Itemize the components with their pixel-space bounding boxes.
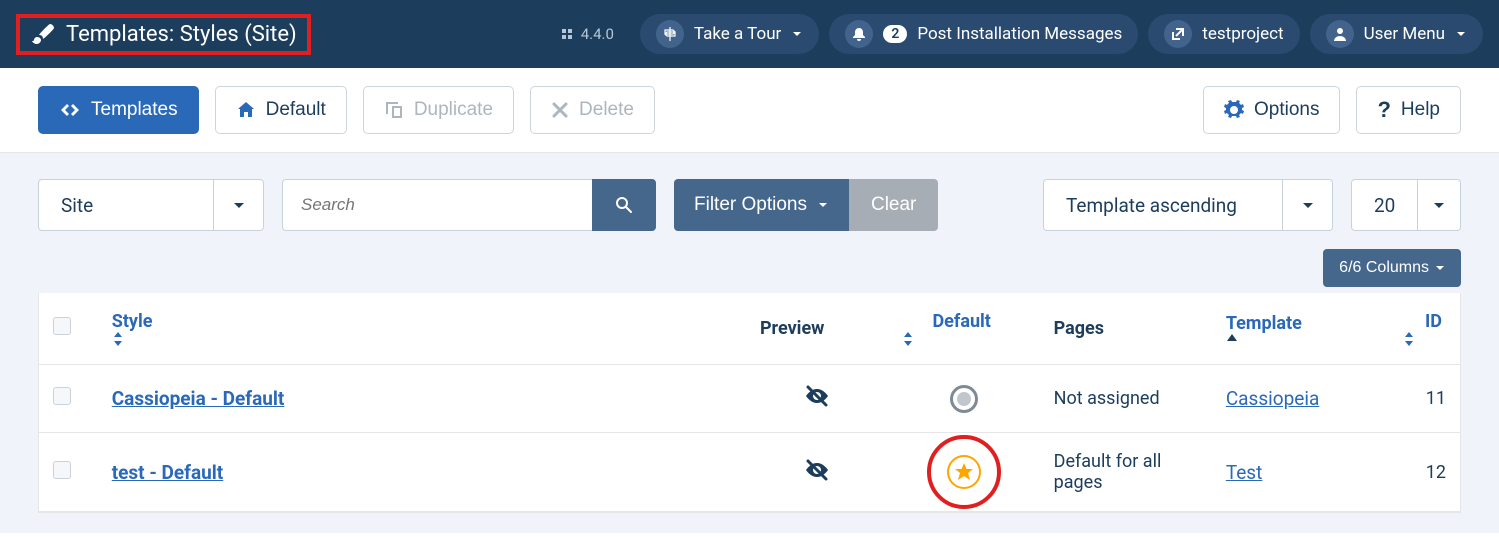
- chevron-down-icon: [1455, 28, 1467, 40]
- chevron-down-icon: [791, 28, 803, 40]
- style-link[interactable]: test - Default: [112, 461, 224, 484]
- copy-icon: [384, 100, 404, 120]
- site-name-label: testproject: [1202, 24, 1283, 44]
- header-preview: Preview: [746, 293, 888, 365]
- header-default-label: Default: [932, 311, 990, 332]
- table-row: test - Default Default for all pages Test 1…: [39, 433, 1460, 512]
- page-title: Templates: Styles (Site): [16, 14, 311, 55]
- header-default[interactable]: Default: [888, 293, 1040, 365]
- help-label: Help: [1401, 99, 1440, 121]
- gear-icon: [1224, 100, 1244, 120]
- set-default-button[interactable]: [950, 385, 978, 413]
- clear-button[interactable]: Clear: [849, 179, 938, 231]
- columns-button[interactable]: 6/6 Columns: [1323, 249, 1461, 287]
- header-template[interactable]: Template: [1212, 293, 1389, 365]
- options-label: Options: [1254, 99, 1319, 121]
- styles-table: Style Preview Default: [38, 293, 1461, 513]
- table-header-row: Style Preview Default: [39, 293, 1460, 365]
- template-link[interactable]: Cassiopeia: [1226, 387, 1319, 410]
- sort-icon: [902, 332, 1026, 346]
- question-icon: ?: [1377, 97, 1390, 123]
- close-icon: [551, 101, 569, 119]
- templates-label: Templates: [91, 99, 178, 121]
- header-preview-label: Preview: [760, 318, 824, 339]
- style-link[interactable]: Cassiopeia - Default: [112, 387, 285, 410]
- chevron-down-icon: [1282, 180, 1332, 230]
- post-install-button[interactable]: 2 Post Installation Messages: [829, 14, 1138, 54]
- take-tour-label: Take a Tour: [694, 24, 781, 44]
- delete-button[interactable]: Delete: [530, 86, 655, 134]
- chevron-down-icon: [817, 199, 829, 211]
- search-icon: [614, 195, 634, 215]
- sort-asc-icon: [1226, 334, 1375, 344]
- select-all-checkbox[interactable]: [53, 317, 71, 335]
- duplicate-label: Duplicate: [414, 99, 493, 121]
- preview-disabled-icon: [804, 383, 830, 409]
- bell-icon: [845, 20, 873, 48]
- row-checkbox[interactable]: [53, 461, 71, 479]
- id-cell: 12: [1389, 433, 1460, 512]
- brush-icon: [30, 22, 54, 46]
- options-button[interactable]: Options: [1203, 86, 1340, 134]
- template-link[interactable]: Test: [1226, 461, 1263, 484]
- duplicate-button[interactable]: Duplicate: [363, 86, 514, 134]
- row-checkbox[interactable]: [53, 387, 71, 405]
- templates-button[interactable]: Templates: [38, 86, 199, 134]
- filter-options-label: Filter Options: [694, 194, 807, 216]
- table-row: Cassiopeia - Default Not assigned Cassiope…: [39, 365, 1460, 433]
- pages-cell: Not assigned: [1040, 365, 1212, 433]
- page-title-text: Templates: Styles (Site): [66, 22, 297, 47]
- search-button[interactable]: [592, 179, 656, 231]
- limit-select[interactable]: 20: [1351, 179, 1461, 231]
- client-select[interactable]: Site: [38, 179, 264, 231]
- toolbar: Templates Default Duplicate Delete Optio…: [0, 68, 1499, 153]
- preview-disabled-icon: [804, 457, 830, 483]
- user-icon: [1326, 20, 1354, 48]
- search-input[interactable]: [282, 179, 592, 231]
- header-pages-label: Pages: [1054, 318, 1104, 339]
- chevron-down-icon: [213, 180, 263, 230]
- sort-select[interactable]: Template ascending: [1043, 179, 1333, 231]
- sort-icon: [1403, 332, 1446, 346]
- default-label: Default: [266, 99, 326, 121]
- columns-label: 6/6 Columns: [1339, 259, 1429, 277]
- header-template-label: Template: [1226, 313, 1302, 334]
- limit-select-value: 20: [1352, 194, 1417, 217]
- sort-select-value: Template ascending: [1044, 194, 1259, 217]
- code-icon: [59, 99, 81, 121]
- header-id-label: ID: [1425, 311, 1442, 332]
- filters-area: Site Filter Options Clear: [0, 153, 1499, 533]
- header-id[interactable]: ID: [1389, 293, 1460, 365]
- external-link-icon: [1164, 20, 1192, 48]
- sort-icon: [112, 332, 732, 346]
- post-install-label: Post Installation Messages: [917, 24, 1122, 44]
- help-button[interactable]: ? Help: [1356, 86, 1461, 134]
- filter-options-button[interactable]: Filter Options: [674, 179, 849, 231]
- user-menu-button[interactable]: User Menu: [1310, 14, 1483, 54]
- pages-cell: Default for all pages: [1040, 433, 1212, 512]
- version-text: 4.4.0: [581, 25, 614, 43]
- notification-count: 2: [883, 25, 907, 43]
- header-style[interactable]: Style: [98, 293, 746, 365]
- version-indicator: 4.4.0: [559, 25, 614, 43]
- default-star-icon[interactable]: [947, 455, 981, 489]
- client-select-value: Site: [39, 194, 115, 217]
- default-button[interactable]: Default: [215, 86, 347, 134]
- joomla-icon: [559, 26, 575, 42]
- topbar: Templates: Styles (Site) 4.4.0 Take a To…: [0, 0, 1499, 68]
- user-menu-label: User Menu: [1364, 24, 1445, 44]
- header-pages: Pages: [1040, 293, 1212, 365]
- delete-label: Delete: [579, 99, 634, 121]
- chevron-down-icon: [1417, 180, 1460, 230]
- site-link-button[interactable]: testproject: [1148, 14, 1299, 54]
- signpost-icon: [656, 20, 684, 48]
- home-icon: [236, 100, 256, 120]
- caret-down-icon: [1435, 263, 1445, 273]
- header-style-label: Style: [112, 311, 153, 332]
- id-cell: 11: [1389, 365, 1460, 433]
- clear-label: Clear: [871, 194, 916, 215]
- take-tour-button[interactable]: Take a Tour: [640, 14, 819, 54]
